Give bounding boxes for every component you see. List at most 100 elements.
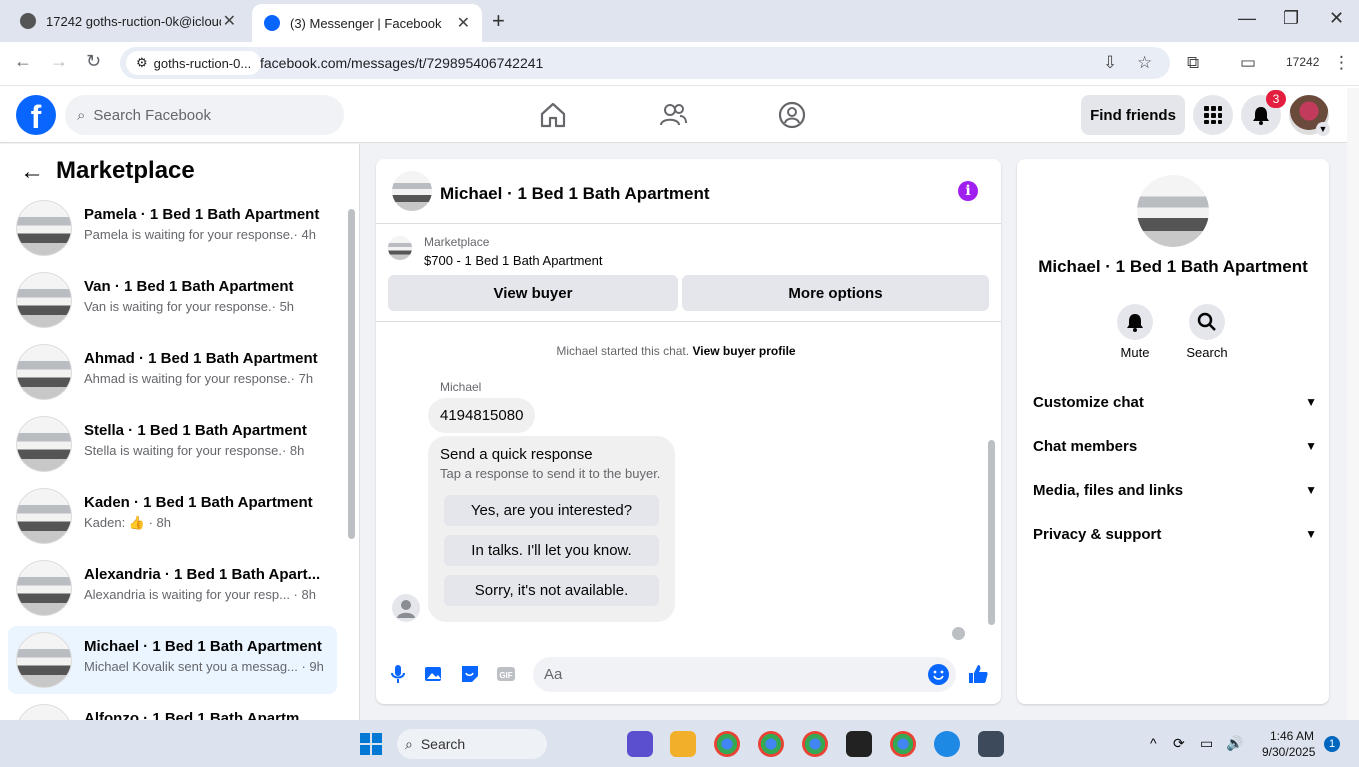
chrome-icon[interactable]: [802, 731, 828, 757]
chat-scrollbar[interactable]: [986, 325, 996, 640]
scrollbar-thumb[interactable]: [348, 209, 355, 539]
url-text[interactable]: facebook.com/messages/t/729895406742241: [260, 55, 543, 71]
view-buyer-profile-link[interactable]: View buyer profile: [692, 344, 795, 358]
gif-icon[interactable]: GIF: [495, 663, 517, 685]
notification-center-badge[interactable]: 1: [1324, 736, 1340, 752]
facebook-search-input[interactable]: ⌕ Search Facebook: [65, 95, 344, 135]
listing-thumbnail: [16, 560, 72, 616]
sticker-icon[interactable]: [459, 663, 481, 685]
menu-kebab-icon[interactable]: ⋮: [1333, 53, 1350, 73]
globe-icon: [20, 13, 36, 29]
chrome-icon[interactable]: [714, 731, 740, 757]
quick-response-button[interactable]: Yes, are you interested?: [444, 495, 659, 526]
conversation-item[interactable]: Alexandria · 1 Bed 1 Bath Apart... Alexa…: [8, 554, 337, 622]
info-icon[interactable]: i: [958, 181, 978, 201]
sidebar-title: Marketplace: [56, 157, 195, 184]
bookmark-star-icon[interactable]: ☆: [1137, 53, 1152, 73]
site-info-chip[interactable]: ⚙ goths-ruction-0...: [126, 51, 262, 75]
sidebar-scrollbar[interactable]: [347, 197, 356, 712]
close-tab-icon[interactable]: ✕: [223, 11, 236, 31]
chevron-down-icon[interactable]: ▼: [1316, 122, 1330, 136]
page-scrollbar[interactable]: [1347, 88, 1359, 720]
maximize-button[interactable]: ❐: [1283, 8, 1299, 29]
mute-button[interactable]: [1117, 304, 1153, 340]
listing-thumbnail: [388, 236, 412, 260]
network-icon[interactable]: ▭: [1200, 735, 1213, 752]
conversation-title: Pamela · 1 Bed 1 Bath Apartment: [84, 206, 320, 223]
quick-response-button[interactable]: In talks. I'll let you know.: [444, 535, 659, 566]
customize-chat-row[interactable]: Customize chat ▼: [1033, 390, 1317, 414]
sender-avatar[interactable]: [392, 594, 420, 622]
find-friends-button[interactable]: Find friends: [1081, 95, 1185, 135]
file-explorer-icon[interactable]: [670, 731, 696, 757]
search-placeholder: Search Facebook: [93, 106, 211, 124]
volume-icon[interactable]: 🔊: [1226, 735, 1243, 752]
reload-button[interactable]: ↻: [86, 51, 101, 72]
clock-date: 9/30/2025: [1262, 745, 1316, 759]
facebook-favicon-icon: [264, 15, 280, 31]
conversation-item[interactable]: Van · 1 Bed 1 Bath Apartment Van is wait…: [8, 266, 337, 334]
site-chip-label: goths-ruction-0...: [153, 55, 252, 71]
chat-members-row[interactable]: Chat members ▼: [1033, 434, 1317, 458]
conversation-item[interactable]: Pamela · 1 Bed 1 Bath Apartment Pamela i…: [8, 194, 337, 262]
conversation-item[interactable]: Ahmad · 1 Bed 1 Bath Apartment Ahmad is …: [8, 338, 337, 406]
message-bubble[interactable]: 4194815080: [428, 398, 536, 433]
friends-icon[interactable]: [658, 100, 688, 130]
emoji-icon[interactable]: [928, 664, 949, 685]
conversation-title: Ahmad · 1 Bed 1 Bath Apartment: [84, 350, 318, 367]
photo-icon[interactable]: [423, 663, 445, 685]
bell-icon: [1253, 107, 1269, 125]
media-files-links-row[interactable]: Media, files and links ▼: [1033, 478, 1317, 502]
windows-start-icon[interactable]: [359, 732, 383, 756]
chevron-up-icon[interactable]: ^: [1150, 735, 1157, 751]
system-clock[interactable]: 1:46 AM 9/30/2025: [1262, 728, 1316, 760]
chrome-icon[interactable]: [890, 731, 916, 757]
listing-thumbnail: [16, 416, 72, 472]
conversation-preview: Michael Kovalik sent you a messag... · 9…: [84, 659, 324, 674]
minimize-button[interactable]: —: [1238, 8, 1256, 29]
details-avatar[interactable]: [1137, 175, 1209, 247]
back-button[interactable]: ←: [14, 51, 32, 72]
video-app-icon[interactable]: [627, 731, 653, 757]
message-input[interactable]: Aa: [533, 657, 956, 692]
listing-price[interactable]: $700 - 1 Bed 1 Bath Apartment: [424, 253, 603, 268]
close-window-button[interactable]: ✕: [1329, 8, 1344, 29]
conversation-item[interactable]: Kaden · 1 Bed 1 Bath Apartment Kaden: 👍 …: [8, 482, 337, 550]
edge-icon[interactable]: [934, 731, 960, 757]
chat-title[interactable]: Michael · 1 Bed 1 Bath Apartment: [440, 184, 710, 204]
forward-button[interactable]: →: [50, 51, 68, 72]
tab-search-icon[interactable]: ▭: [1240, 53, 1256, 73]
pinned-app-icon[interactable]: [978, 731, 1004, 757]
back-arrow-icon[interactable]: ←: [20, 158, 44, 186]
conversation-preview: Pamela is waiting for your response.· 4h: [84, 227, 316, 242]
quick-response-button[interactable]: Sorry, it's not available.: [444, 575, 659, 606]
search-conversation-button[interactable]: [1189, 304, 1225, 340]
facebook-logo[interactable]: f: [16, 95, 56, 135]
app-icon[interactable]: [846, 731, 872, 757]
more-options-button[interactable]: More options: [682, 275, 989, 311]
thumbs-up-icon[interactable]: [967, 663, 989, 685]
browser-tab-messenger[interactable]: (3) Messenger | Facebook ✕: [252, 4, 482, 42]
extensions-icon[interactable]: ⧉: [1187, 53, 1199, 73]
chat-avatar[interactable]: [392, 171, 432, 211]
close-tab-icon[interactable]: ✕: [457, 13, 470, 33]
groups-icon[interactable]: [777, 100, 807, 130]
home-icon[interactable]: [538, 100, 568, 130]
microphone-icon[interactable]: [387, 663, 409, 685]
conversation-item[interactable]: Stella · 1 Bed 1 Bath Apartment Stella i…: [8, 410, 337, 478]
menu-button[interactable]: [1193, 95, 1233, 135]
conversation-item[interactable]: Alfonzo · 1 Bed 1 Bath Apartm...: [8, 698, 337, 720]
view-buyer-button[interactable]: View buyer: [388, 275, 678, 311]
privacy-support-row[interactable]: Privacy & support ▼: [1033, 522, 1317, 546]
tab-title: 17242 goths-ruction-0k@icloud: [46, 13, 221, 29]
scrollbar-thumb[interactable]: [988, 440, 995, 625]
sync-icon[interactable]: ⟳: [1173, 735, 1185, 752]
profile-label[interactable]: 17242: [1286, 55, 1319, 69]
new-tab-button[interactable]: +: [492, 8, 505, 34]
search-icon: ⌕: [405, 735, 413, 752]
browser-tab-icloud[interactable]: 17242 goths-ruction-0k@icloud ✕: [8, 6, 248, 36]
chrome-icon[interactable]: [758, 731, 784, 757]
taskbar-search[interactable]: ⌕ Search: [397, 729, 547, 759]
install-app-icon[interactable]: ⇩: [1103, 53, 1117, 73]
conversation-item-active[interactable]: Michael · 1 Bed 1 Bath Apartment Michael…: [8, 626, 337, 694]
